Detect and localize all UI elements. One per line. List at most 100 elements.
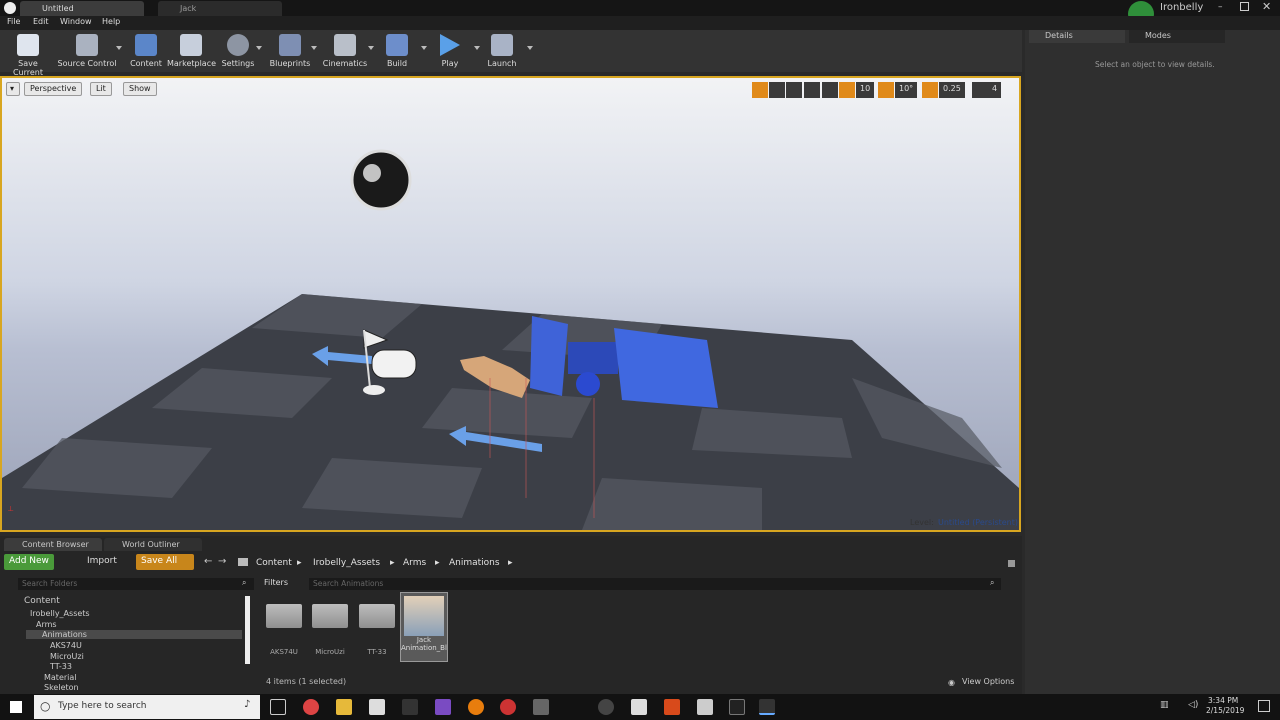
cinematics-button[interactable]: Cinematics [322, 32, 368, 72]
asset-aks74u[interactable]: AKS74U [264, 598, 304, 656]
rotation-snap-value[interactable]: 10° [895, 82, 918, 98]
tab-jack[interactable]: Jack [158, 1, 282, 16]
office-icon[interactable] [664, 699, 680, 715]
minimize-button[interactable]: – [1218, 2, 1228, 12]
play-button[interactable]: Play [432, 32, 468, 72]
filters-button[interactable]: Filters [264, 578, 288, 587]
store-icon[interactable] [369, 699, 385, 715]
breadcrumb-irobelly-assets[interactable]: Irobelly_Assets [313, 558, 380, 568]
translate-tool-icon[interactable] [752, 82, 768, 98]
content-button[interactable]: Content [127, 32, 165, 72]
save-all-button[interactable]: Save All [136, 554, 194, 570]
clock-time[interactable]: 3:34 PM [1208, 696, 1238, 705]
cinematics-dropdown[interactable] [368, 46, 374, 50]
camera-speed-value[interactable]: 4 [988, 82, 1002, 98]
menu-help[interactable]: Help [102, 17, 120, 26]
asset-jack-animation-blueprint[interactable]: Jack Animation_Blueprint [400, 592, 448, 662]
tab-modes[interactable]: Modes [1129, 30, 1225, 43]
taskbar-search-box[interactable]: ○ Type here to search ♪ [34, 695, 260, 719]
back-arrow-icon[interactable]: ← [204, 556, 212, 567]
breadcrumb-animations[interactable]: Animations [449, 558, 500, 568]
build-button[interactable]: Build [380, 32, 414, 72]
tree-material[interactable]: Material [44, 673, 77, 682]
tree-arms[interactable]: Arms [36, 620, 57, 629]
perspective-button[interactable]: Perspective [24, 82, 83, 96]
microphone-icon[interactable]: ♪ [244, 699, 250, 710]
app-icon[interactable] [500, 699, 516, 715]
settings-dropdown[interactable] [256, 46, 262, 50]
asset-tt33[interactable]: TT-33 [357, 598, 397, 656]
launch-button[interactable]: Launch [485, 32, 519, 72]
blueprints-button[interactable]: Blueprints [268, 32, 312, 72]
breadcrumb-arms[interactable]: Arms [403, 558, 426, 568]
close-button[interactable]: ✕ [1262, 0, 1271, 13]
tab-untitled[interactable]: Untitled [20, 1, 144, 16]
calendar-icon[interactable] [631, 699, 647, 715]
tree-content[interactable]: Content [24, 596, 60, 606]
surface-snap-icon[interactable] [822, 82, 838, 98]
tree-tt33[interactable]: TT-33 [50, 662, 72, 671]
tree-microuzi[interactable]: MicroUzi [50, 652, 84, 661]
search-folders-input[interactable]: Search Folders [18, 578, 254, 590]
world-local-icon[interactable] [804, 82, 820, 98]
blender-icon[interactable] [468, 699, 484, 715]
scale-tool-icon[interactable] [786, 82, 802, 98]
volume-icon[interactable]: ◁) [1188, 700, 1198, 710]
grid-snap-icon[interactable] [839, 82, 855, 98]
import-button[interactable]: Import [82, 554, 122, 570]
rotate-tool-icon[interactable] [769, 82, 785, 98]
tree-scrollbar[interactable] [245, 596, 250, 664]
chrome-icon[interactable] [303, 699, 319, 715]
marketplace-button[interactable]: Marketplace [167, 32, 216, 72]
show-button[interactable]: Show [123, 82, 157, 96]
scale-snap-icon[interactable] [922, 82, 938, 98]
settings-button[interactable]: Settings [220, 32, 256, 72]
tab-world-outliner[interactable]: World Outliner [104, 538, 202, 551]
grid-snap-value[interactable]: 10 [856, 82, 875, 98]
forward-arrow-icon[interactable]: → [218, 556, 226, 567]
visual-studio-icon[interactable] [435, 699, 451, 715]
rotation-snap-icon[interactable] [878, 82, 894, 98]
menu-window[interactable]: Window [60, 17, 92, 26]
tree-animations[interactable]: Animations [26, 630, 242, 639]
asset-microuzi[interactable]: MicroUzi [310, 598, 350, 656]
maximize-button[interactable] [1240, 2, 1249, 11]
blueprints-dropdown[interactable] [311, 46, 317, 50]
view-options-button[interactable]: View Options [962, 677, 1014, 686]
epic-games-icon[interactable] [729, 699, 745, 715]
obs-icon[interactable] [598, 699, 614, 715]
menu-file[interactable]: File [7, 17, 20, 26]
epic-launcher-icon[interactable] [402, 699, 418, 715]
camera-speed-icon[interactable] [972, 82, 988, 98]
notification-icon[interactable] [1258, 700, 1270, 712]
add-new-button[interactable]: Add New [4, 554, 54, 570]
tree-aks74u[interactable]: AKS74U [50, 641, 82, 650]
lit-button[interactable]: Lit [90, 82, 112, 96]
file-explorer-icon[interactable] [336, 699, 352, 715]
save-current-button[interactable]: Save Current [3, 32, 53, 77]
play-dropdown[interactable] [474, 46, 480, 50]
task-view-icon[interactable] [270, 699, 286, 715]
scale-snap-value[interactable]: 0.25 [939, 82, 965, 98]
source-control-button[interactable]: Source Control [57, 32, 117, 72]
windows-start-icon[interactable] [10, 701, 22, 713]
app-icon[interactable] [533, 699, 549, 715]
tree-irobelly-assets[interactable]: Irobelly_Assets [30, 609, 90, 618]
viewport-options-button[interactable]: ▾ [6, 82, 20, 96]
network-icon[interactable]: ▥ [1160, 700, 1169, 710]
lock-icon[interactable] [1008, 560, 1015, 567]
tree-skeleton[interactable]: Skeleton [44, 683, 79, 692]
search-animations-input[interactable]: Search Animations [309, 578, 1001, 590]
clock-date[interactable]: 2/15/2019 [1206, 706, 1244, 715]
build-dropdown[interactable] [421, 46, 427, 50]
breadcrumb-content[interactable]: Content [256, 558, 292, 568]
taskbar-search-placeholder: Type here to search [58, 701, 147, 711]
tab-details[interactable]: Details [1029, 30, 1125, 43]
launch-dropdown[interactable] [527, 46, 533, 50]
menu-edit[interactable]: Edit [33, 17, 49, 26]
calculator-icon[interactable] [697, 699, 713, 715]
unreal-editor-icon[interactable] [759, 699, 775, 715]
level-viewport[interactable]: ▾ Perspective Lit Show 10 10° 0.25 4 ⟂ L… [0, 76, 1021, 532]
source-control-dropdown[interactable] [116, 46, 122, 50]
tab-content-browser[interactable]: Content Browser [4, 538, 102, 551]
